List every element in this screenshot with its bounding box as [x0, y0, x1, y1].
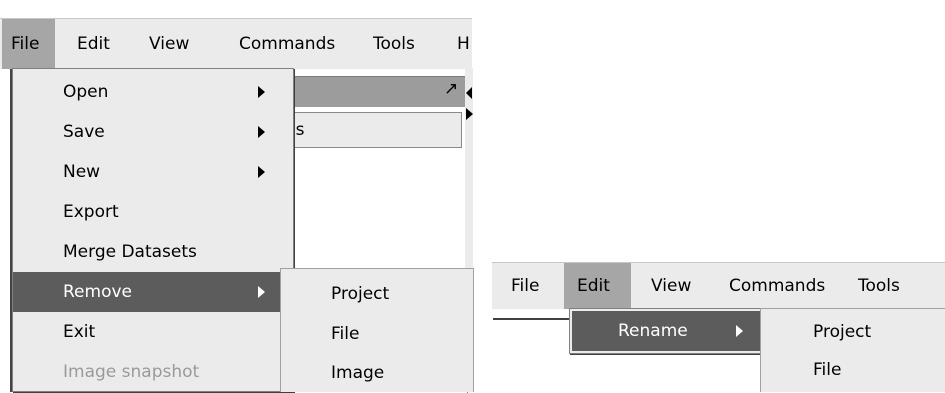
submenu-item-file[interactable]: File: [761, 350, 945, 390]
submenu-item-file[interactable]: File: [281, 314, 473, 354]
menu-item-open-label: Open: [63, 82, 109, 102]
menu-bar: File Edit View Commands Tools H: [0, 18, 472, 69]
menu-commands-label: Commands: [239, 34, 336, 54]
submenu-item-file-label: File: [331, 324, 360, 344]
menu-item-remove[interactable]: Remove: [13, 272, 293, 312]
menu-edit-label: Edit: [77, 34, 110, 54]
menu-item-rename[interactable]: Rename: [572, 311, 760, 351]
menu-edit[interactable]: Edit: [68, 19, 119, 69]
menu-item-export[interactable]: Export: [13, 192, 293, 232]
rename-submenu: Project File: [760, 308, 945, 392]
panel-title-bar: [271, 77, 465, 107]
menu-item-save[interactable]: Save: [13, 112, 293, 152]
menu-view[interactable]: View: [140, 19, 198, 69]
maximize-icon[interactable]: ↗: [444, 79, 458, 99]
menubar-bottom-edge: [493, 318, 569, 320]
splitter-right-arrow-icon[interactable]: [466, 108, 473, 120]
menu-tools[interactable]: Tools: [364, 19, 424, 69]
menu-item-rename-label: Rename: [618, 321, 688, 341]
menu-view-label: View: [651, 276, 692, 296]
menu-edit[interactable]: Edit: [564, 263, 631, 309]
menu-item-merge-datasets[interactable]: Merge Datasets: [13, 232, 293, 272]
menu-help[interactable]: H: [448, 19, 479, 69]
submenu-arrow-icon: [258, 86, 265, 98]
menu-commands[interactable]: Commands: [720, 263, 834, 309]
submenu-arrow-icon: [258, 126, 265, 138]
menu-tools[interactable]: Tools: [849, 263, 909, 309]
menu-file-label: File: [11, 34, 40, 54]
menu-tools-label: Tools: [373, 34, 415, 54]
splitter-left-arrow-icon[interactable]: [466, 87, 472, 99]
edit-dropdown-menu: Rename: [569, 308, 763, 354]
menu-tools-label: Tools: [858, 276, 900, 296]
menu-edit-label: Edit: [577, 276, 610, 296]
menu-item-merge-datasets-label: Merge Datasets: [63, 242, 197, 262]
menu-item-image-snapshot: Image snapshot: [13, 352, 293, 392]
submenu-item-file-label: File: [813, 360, 842, 380]
menu-item-remove-label: Remove: [63, 282, 132, 302]
menu-commands-label: Commands: [729, 276, 826, 296]
submenu-arrow-icon: [258, 286, 265, 298]
menu-item-exit-label: Exit: [63, 322, 96, 342]
menu-item-new[interactable]: New: [13, 152, 293, 192]
menu-help-label: H: [457, 34, 470, 54]
panel-tab[interactable]: 's: [280, 112, 462, 148]
menu-item-new-label: New: [63, 162, 101, 182]
menu-item-export-label: Export: [63, 202, 119, 222]
submenu-item-project-label: Project: [813, 322, 872, 342]
submenu-item-project-label: Project: [331, 284, 390, 304]
remove-submenu: Project File Image: [280, 268, 474, 392]
menu-file[interactable]: File: [502, 263, 548, 309]
menu-item-exit[interactable]: Exit: [13, 312, 293, 352]
menu-view[interactable]: View: [642, 263, 700, 309]
menu-file[interactable]: File: [2, 19, 55, 69]
menu-bar: File Edit View Commands Tools: [492, 262, 945, 309]
submenu-item-project[interactable]: Project: [761, 312, 945, 352]
menu-item-image-snapshot-label: Image snapshot: [63, 362, 200, 382]
submenu-item-project[interactable]: Project: [281, 274, 473, 314]
menu-item-open[interactable]: Open: [13, 72, 293, 112]
menu-view-label: View: [149, 34, 190, 54]
menu-commands[interactable]: Commands: [230, 19, 344, 69]
file-dropdown-menu: Open Save New Export Merge Datasets Remo…: [12, 68, 294, 392]
menu-file-label: File: [511, 276, 540, 296]
submenu-item-image[interactable]: Image: [281, 353, 473, 393]
submenu-item-image-label: Image: [331, 363, 385, 383]
submenu-arrow-icon: [258, 166, 265, 178]
menu-item-save-label: Save: [63, 122, 105, 142]
submenu-arrow-icon: [736, 325, 743, 337]
